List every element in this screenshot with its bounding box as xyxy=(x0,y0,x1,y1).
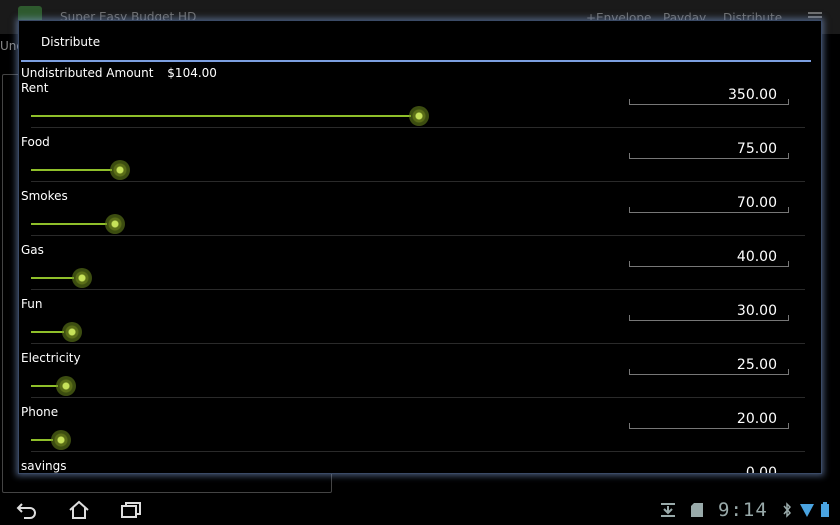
envelope-row: savings 0.00 xyxy=(19,459,821,473)
envelope-name: savings xyxy=(21,459,67,473)
slider-thumb[interactable] xyxy=(72,268,92,288)
slider-fill xyxy=(31,169,112,171)
title-divider xyxy=(21,60,811,62)
envelope-name: Phone xyxy=(21,405,59,419)
amount-slider[interactable] xyxy=(31,106,429,126)
wifi-icon xyxy=(800,502,814,517)
slider-thumb[interactable] xyxy=(62,322,82,342)
amount-field[interactable]: 75.00 xyxy=(629,141,789,159)
distribute-dialog: Distribute Undistributed Amount $104.00 … xyxy=(18,20,822,474)
envelope-row: Gas 40.00 xyxy=(19,243,821,297)
envelope-name: Fun xyxy=(21,297,43,311)
envelope-row: Electricity 25.00 xyxy=(19,351,821,405)
slider-thumb[interactable] xyxy=(110,160,130,180)
envelope-name: Rent xyxy=(21,81,49,95)
amount-field[interactable]: 350.00 xyxy=(629,87,789,105)
slider-thumb[interactable] xyxy=(56,376,76,396)
sd-card-icon xyxy=(690,502,704,517)
amount-slider[interactable] xyxy=(31,322,411,342)
dialog-title: Distribute xyxy=(41,35,101,49)
envelope-row: Phone 20.00 xyxy=(19,405,821,459)
row-divider xyxy=(31,397,805,398)
envelope-row: Fun 30.00 xyxy=(19,297,821,351)
home-icon[interactable] xyxy=(68,500,90,520)
amount-field[interactable]: 25.00 xyxy=(629,357,789,375)
slider-fill xyxy=(31,331,64,333)
row-divider xyxy=(31,451,805,452)
amount-slider[interactable] xyxy=(31,430,411,450)
slider-fill xyxy=(31,277,74,279)
undistributed-label: Undistributed Amount xyxy=(21,66,154,80)
envelope-name: Gas xyxy=(21,243,44,257)
recent-apps-icon[interactable] xyxy=(120,500,142,520)
envelope-name: Electricity xyxy=(21,351,81,365)
undistributed-amount: Undistributed Amount $104.00 xyxy=(21,66,227,80)
slider-fill xyxy=(31,439,53,441)
envelope-name: Smokes xyxy=(21,189,68,203)
row-divider xyxy=(31,127,805,128)
amount-field[interactable]: 0.00 xyxy=(629,465,789,473)
download-icon xyxy=(660,502,675,517)
envelope-row: Rent 350.00 xyxy=(19,81,821,135)
row-divider xyxy=(31,289,805,290)
envelope-row: Food 75.00 xyxy=(19,135,821,189)
clock: 9:14 xyxy=(718,499,768,521)
envelope-name: Food xyxy=(21,135,50,149)
amount-field[interactable]: 30.00 xyxy=(629,303,789,321)
battery-icon xyxy=(820,502,834,517)
amount-slider[interactable] xyxy=(31,214,411,234)
envelope-row: Smokes 70.00 xyxy=(19,189,821,243)
amount-field[interactable]: 40.00 xyxy=(629,249,789,267)
slider-fill xyxy=(31,385,58,387)
slider-fill xyxy=(31,115,411,117)
amount-field[interactable]: 20.00 xyxy=(629,411,789,429)
amount-slider[interactable] xyxy=(31,268,411,288)
slider-thumb[interactable] xyxy=(105,214,125,234)
bluetooth-icon xyxy=(782,502,796,518)
row-divider xyxy=(31,181,805,182)
slider-thumb[interactable] xyxy=(51,430,71,450)
slider-fill xyxy=(31,223,107,225)
amount-slider[interactable] xyxy=(31,160,411,180)
undistributed-value: $104.00 xyxy=(167,66,217,80)
amount-slider[interactable] xyxy=(31,376,411,396)
amount-field[interactable]: 70.00 xyxy=(629,195,789,213)
system-bar: 9:14 xyxy=(0,494,840,525)
slider-thumb[interactable] xyxy=(409,106,429,126)
row-divider xyxy=(31,343,805,344)
row-divider xyxy=(31,235,805,236)
back-icon[interactable] xyxy=(16,500,38,520)
